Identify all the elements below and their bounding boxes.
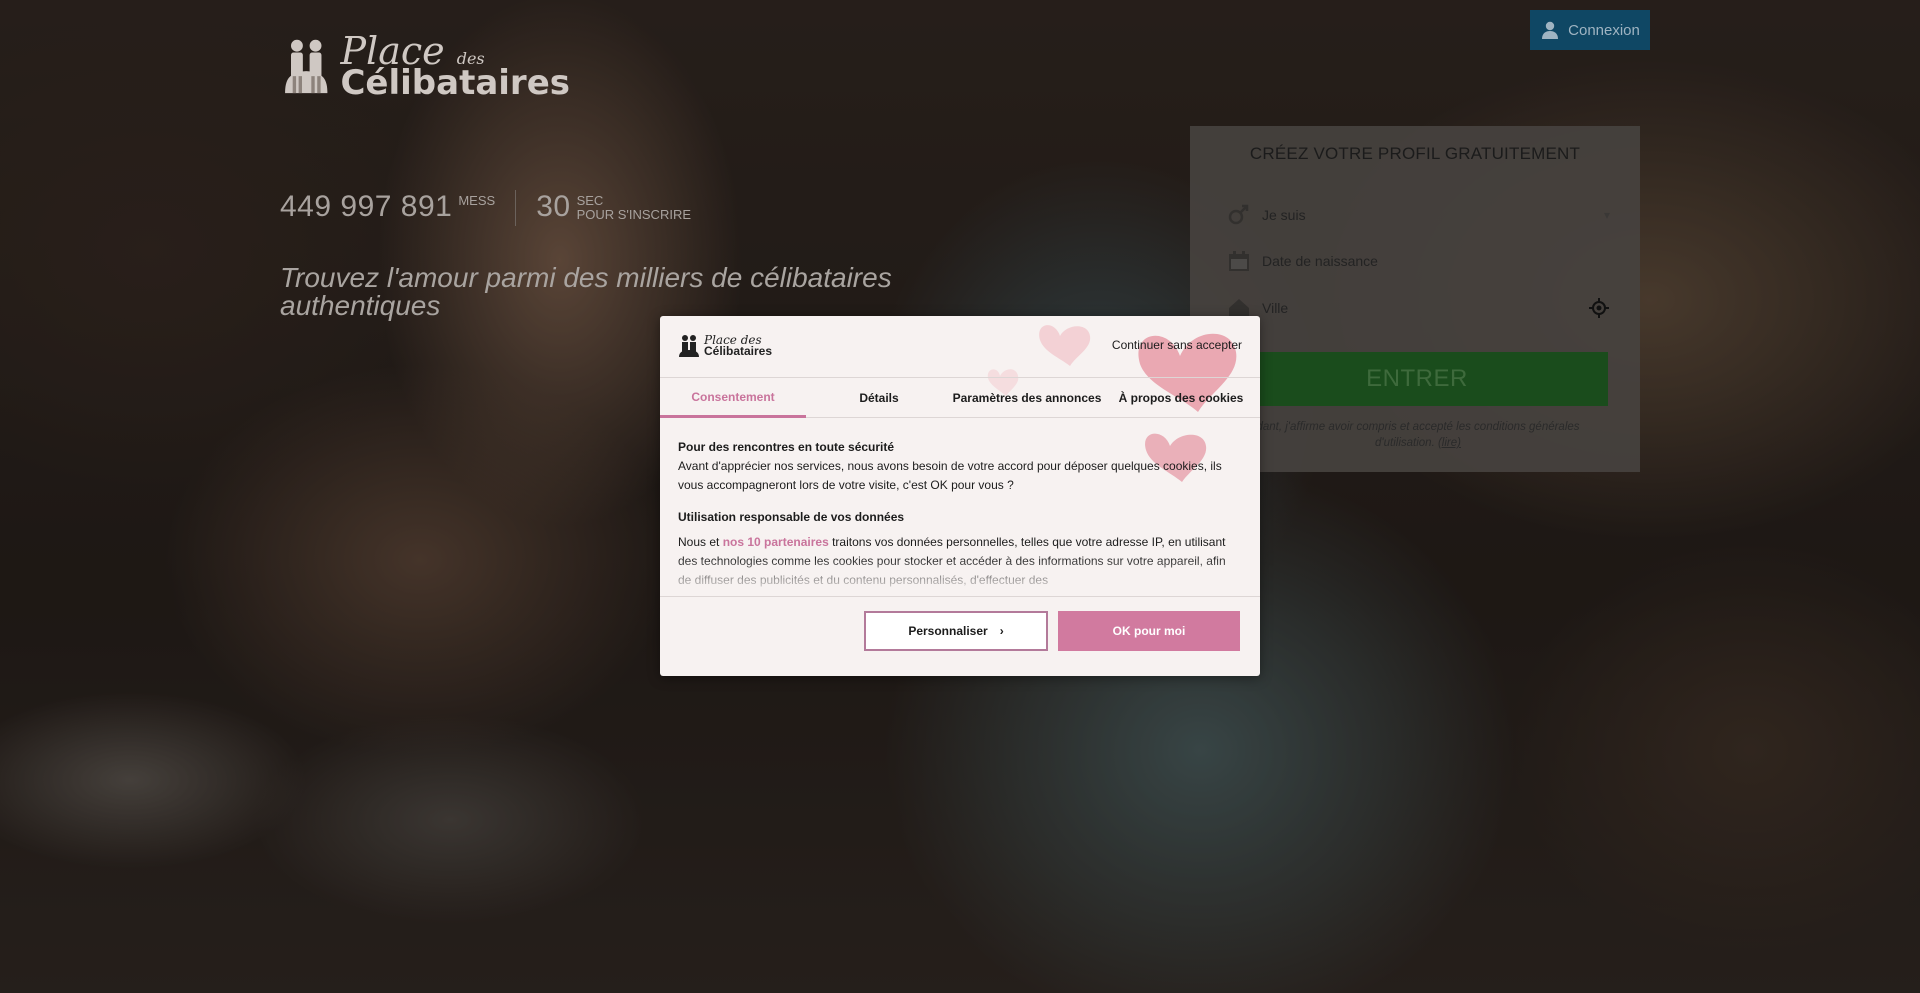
cookie-consent-dialog: Place des Célibataires Continuer sans ac…	[660, 316, 1260, 676]
tab-consentement[interactable]: Consentement	[660, 378, 806, 418]
partners-link[interactable]: nos 10 partenaires	[723, 535, 829, 549]
customize-button[interactable]: Personnaliser ›	[864, 611, 1048, 651]
tab-about-cookies[interactable]: À propos des cookies	[1102, 378, 1260, 418]
dialog-logo: Place des Célibataires	[678, 334, 772, 358]
tab-ad-settings[interactable]: Paramètres des annonces	[952, 378, 1102, 418]
dialog-header: Place des Célibataires Continuer sans ac…	[660, 316, 1260, 378]
section2-title: Utilisation responsable de vos données	[678, 509, 905, 524]
scroll-fade	[660, 556, 1260, 596]
customize-label: Personnaliser	[908, 624, 988, 638]
dialog-footer: Personnaliser › OK pour moi	[660, 596, 1260, 676]
couple-logo-icon	[679, 335, 699, 357]
dialog-tabs: Consentement Détails Paramètres des anno…	[660, 378, 1260, 418]
section1-text: Avant d'apprécier nos services, nous avo…	[678, 459, 1222, 493]
dialog-logo-line2: Célibataires	[704, 344, 773, 358]
continue-without-accepting-link[interactable]: Continuer sans accepter	[1112, 338, 1242, 352]
tab-details[interactable]: Détails	[806, 378, 952, 418]
ok-button[interactable]: OK pour moi	[1058, 611, 1240, 651]
dialog-body[interactable]: Pour des rencontres en toute sécurité Av…	[660, 418, 1260, 596]
section1-title: Pour des rencontres en toute sécurité	[678, 440, 895, 454]
chevron-right-icon: ›	[999, 624, 1004, 638]
